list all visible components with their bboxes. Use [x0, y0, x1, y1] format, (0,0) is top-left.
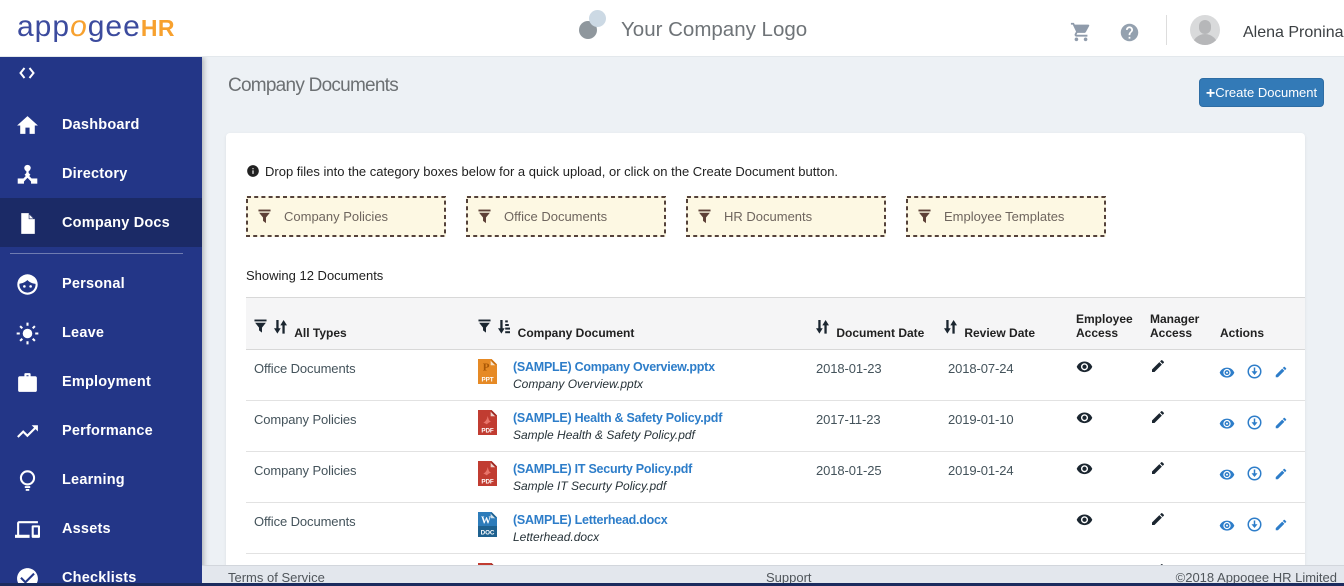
svg-text:PDF: PDF [481, 479, 494, 486]
svg-text:PDF: PDF [481, 428, 494, 435]
svg-text:W: W [481, 516, 491, 527]
svg-text:PPT: PPT [482, 377, 494, 384]
svg-text:P: P [483, 362, 490, 374]
svg-text:DOC: DOC [481, 530, 495, 537]
